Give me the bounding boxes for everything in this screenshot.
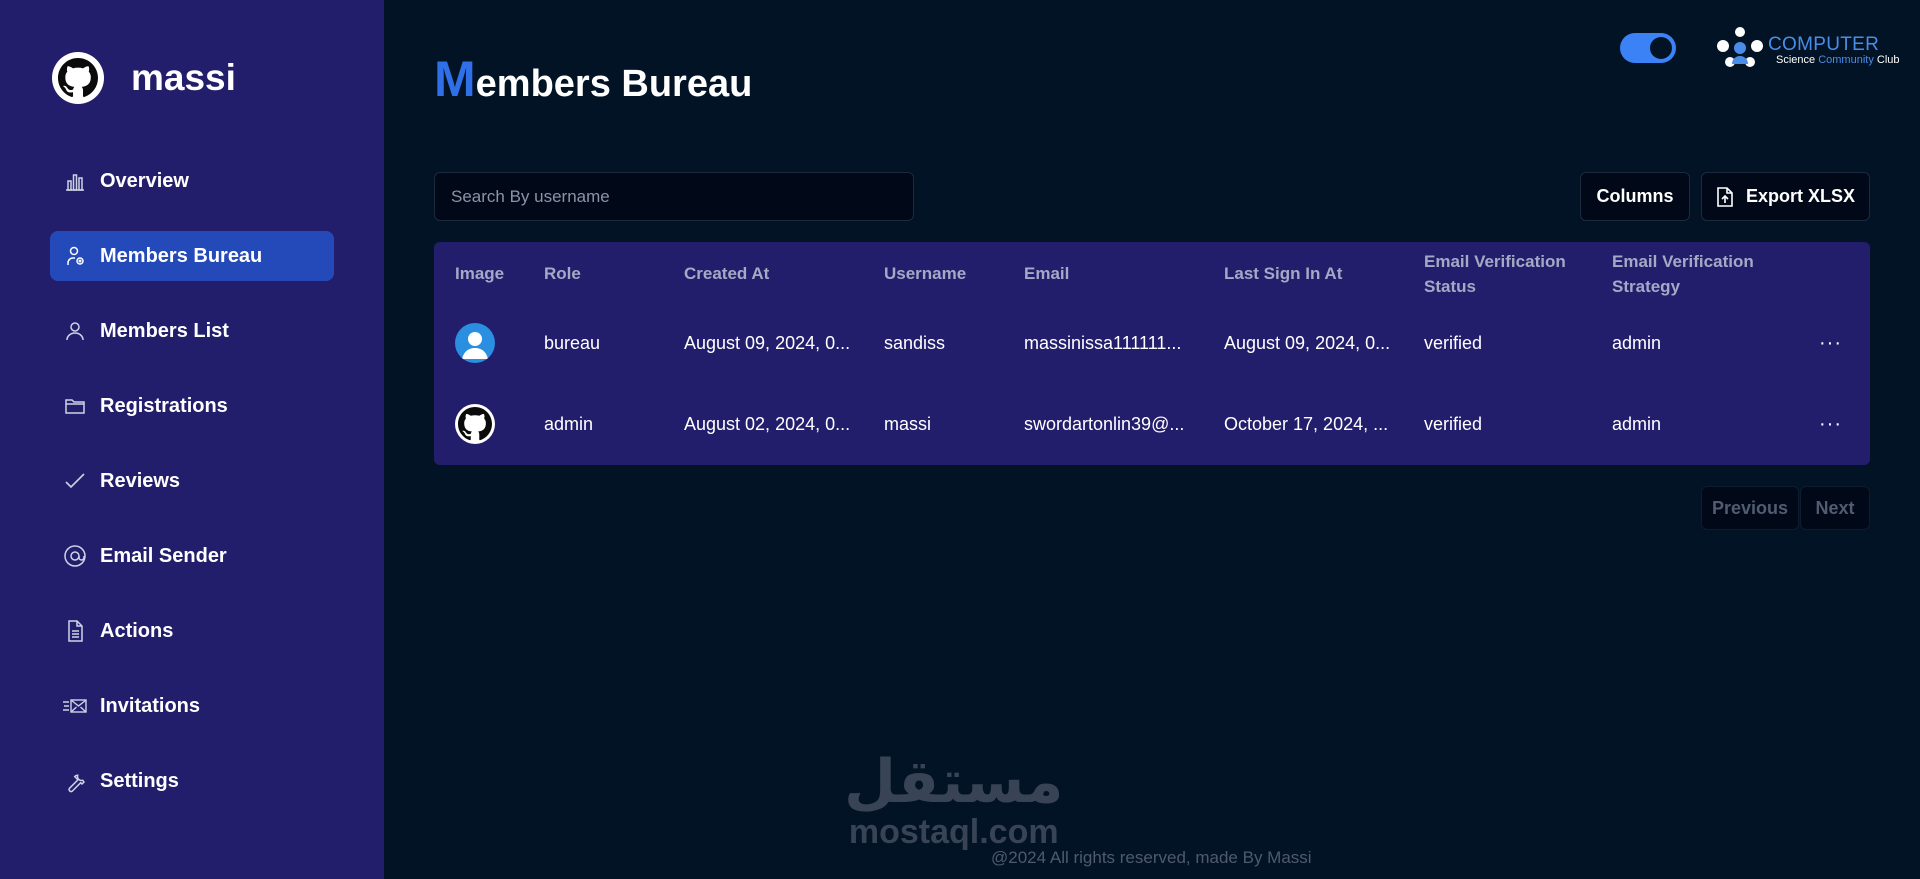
- column-header-email-verification-status[interactable]: Email Verification Status: [1424, 242, 1574, 305]
- club-sub-3: Club: [1876, 54, 1900, 66]
- previous-page-button[interactable]: Previous: [1701, 486, 1799, 530]
- github-icon: [52, 52, 104, 104]
- row-actions-menu-icon[interactable]: ···: [1819, 303, 1842, 383]
- sidebar-item-label: Actions: [100, 619, 174, 642]
- username-cell: massi: [884, 413, 932, 434]
- last-sign-in-cell: August 09, 2024, 0...: [1224, 332, 1391, 353]
- export-xlsx-button[interactable]: Export XLSX: [1701, 172, 1870, 221]
- previous-label: Previous: [1711, 497, 1789, 518]
- email-cell: massinissa111111...: [1024, 332, 1182, 353]
- sidebar-item-label: Overview: [100, 169, 189, 192]
- github-avatar-icon: [455, 404, 495, 444]
- image-cell: [455, 303, 495, 383]
- next-page-button[interactable]: Next: [1800, 486, 1870, 530]
- wrench-icon: [62, 768, 88, 794]
- column-header-role[interactable]: Role: [544, 242, 581, 305]
- columns-button-label: Columns: [1596, 186, 1674, 206]
- club-subtitle: Science Community Club: [1776, 54, 1900, 66]
- next-label: Next: [1815, 497, 1855, 518]
- sidebar-item-label: Email Sender: [100, 544, 227, 567]
- sidebar-nav: Overview Members Bureau Members List Reg…: [50, 156, 334, 831]
- document-icon: [62, 618, 88, 644]
- folder-icon: [62, 393, 88, 419]
- club-sub-1: Science: [1776, 54, 1816, 66]
- column-header-email-verification-strategy[interactable]: Email Verification Strategy: [1612, 242, 1762, 305]
- created-at-cell: August 02, 2024, 0...: [684, 413, 851, 434]
- check-icon: [62, 468, 88, 494]
- default-user-avatar-icon: [455, 323, 495, 363]
- sidebar-item-settings[interactable]: Settings: [50, 756, 334, 806]
- club-title: COMPUTER: [1768, 34, 1880, 55]
- image-cell: [455, 384, 495, 464]
- verification-status-cell: verified: [1424, 332, 1483, 353]
- sidebar-item-actions[interactable]: Actions: [50, 606, 334, 656]
- mail-fast-icon: [62, 693, 88, 719]
- columns-button[interactable]: Columns: [1580, 172, 1690, 221]
- sidebar-item-invitations[interactable]: Invitations: [50, 681, 334, 731]
- page-title-rest: embers Bureau: [475, 63, 753, 105]
- sidebar-item-members-bureau[interactable]: Members Bureau: [50, 231, 334, 281]
- members-table: Image Role Created At Username Email Las…: [434, 242, 1870, 465]
- brand-name: massi: [131, 57, 236, 98]
- sidebar-item-label: Reviews: [100, 469, 181, 492]
- watermark-arabic: مستقل: [844, 747, 1064, 817]
- sidebar-item-label: Settings: [100, 769, 179, 792]
- column-header-username[interactable]: Username: [884, 242, 966, 305]
- at-sign-icon: [62, 543, 88, 569]
- export-button-label: Export XLSX: [1745, 186, 1856, 206]
- column-header-image[interactable]: Image: [455, 242, 504, 305]
- table-row[interactable]: admin August 02, 2024, 0... massi sworda…: [434, 384, 1870, 464]
- verification-strategy-cell: admin: [1612, 413, 1662, 434]
- brand[interactable]: massi: [52, 52, 236, 104]
- club-logo: COMPUTER Science Community Club: [1714, 24, 1904, 72]
- search-input[interactable]: [434, 172, 914, 221]
- last-sign-in-cell: October 17, 2024, ...: [1224, 413, 1389, 434]
- verification-status-cell: verified: [1424, 413, 1483, 434]
- sidebar-item-email-sender[interactable]: Email Sender: [50, 531, 334, 581]
- club-people-icon: [1717, 27, 1763, 67]
- sidebar-item-members-list[interactable]: Members List: [50, 306, 334, 356]
- verification-strategy-cell: admin: [1612, 332, 1662, 353]
- email-cell: swordartonlin39@...: [1024, 413, 1185, 434]
- page-title-initial: M: [434, 51, 476, 107]
- column-header-last-sign-in[interactable]: Last Sign In At: [1224, 242, 1342, 305]
- table-row[interactable]: bureau August 09, 2024, 0... sandiss mas…: [434, 303, 1870, 383]
- sidebar-item-label: Registrations: [100, 394, 228, 417]
- sidebar-item-overview[interactable]: Overview: [50, 156, 334, 206]
- user-icon: [62, 318, 88, 344]
- watermark-latin: mostaql.com: [848, 813, 1059, 851]
- sidebar-item-label: Invitations: [100, 694, 201, 717]
- theme-toggle[interactable]: [1620, 33, 1676, 63]
- sidebar-item-label: Members Bureau: [100, 244, 263, 267]
- sidebar: massi Overview Members Bureau Members Li…: [0, 0, 384, 879]
- sidebar-item-label: Members List: [100, 319, 229, 342]
- footer-copyright: @2024 All rights reserved, made By Massi: [991, 848, 1312, 867]
- bar-chart-icon: [62, 168, 88, 194]
- sidebar-item-reviews[interactable]: Reviews: [50, 456, 334, 506]
- club-sub-2: Community: [1818, 54, 1874, 66]
- role-cell: bureau: [544, 332, 601, 353]
- role-cell: admin: [544, 413, 594, 434]
- page-title: Members Bureau: [434, 50, 752, 108]
- column-header-email[interactable]: Email: [1024, 242, 1069, 305]
- mostaql-watermark: مستقل mostaql.com: [844, 750, 1063, 850]
- user-badge-icon: [62, 243, 88, 269]
- created-at-cell: August 09, 2024, 0...: [684, 332, 851, 353]
- sidebar-item-registrations[interactable]: Registrations: [50, 381, 334, 431]
- toggle-knob: [1650, 37, 1672, 59]
- row-actions-menu-icon[interactable]: ···: [1819, 384, 1842, 464]
- file-upload-icon: [1716, 186, 1734, 207]
- column-header-created-at[interactable]: Created At: [684, 242, 769, 305]
- username-cell: sandiss: [884, 332, 946, 353]
